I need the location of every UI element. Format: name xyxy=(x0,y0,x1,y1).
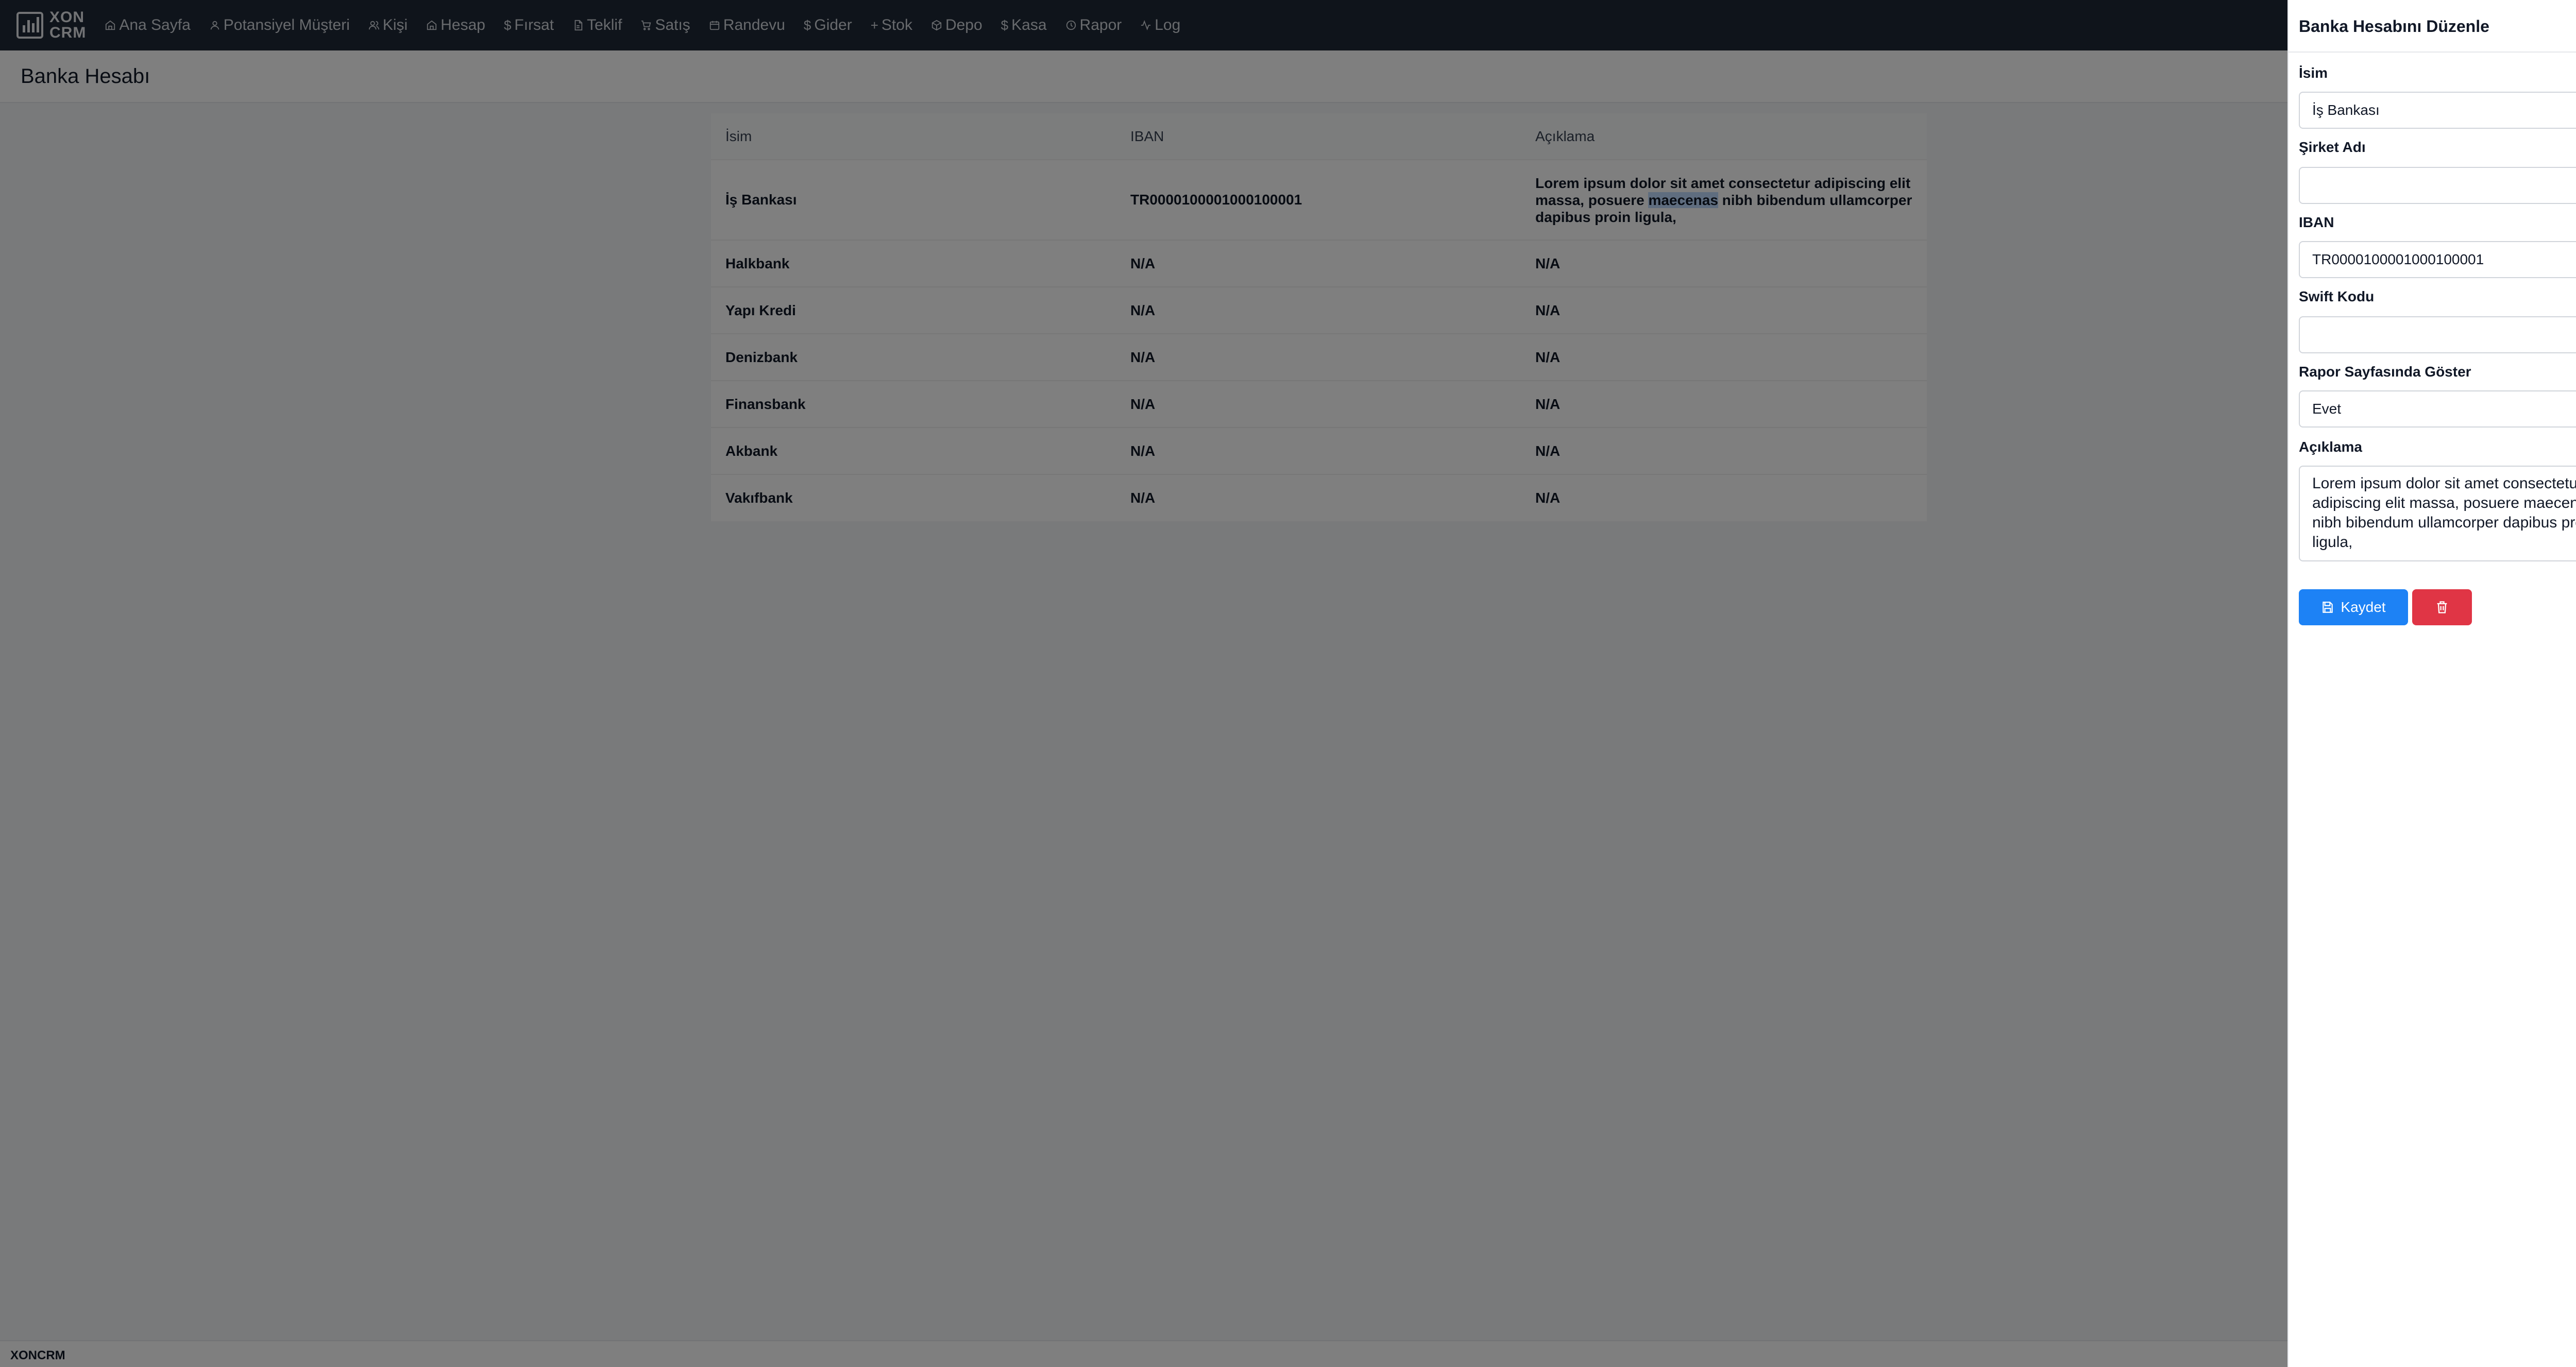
show-in-report-label: Rapor Sayfasında Göster xyxy=(2299,364,2471,380)
name-label: İsim xyxy=(2299,65,2328,81)
description-textarea[interactable]: Lorem ipsum dolor sit amet consectetur a… xyxy=(2299,466,2576,561)
name-input[interactable] xyxy=(2299,92,2576,129)
modal-backdrop[interactable] xyxy=(0,0,2287,1367)
iban-label: IBAN xyxy=(2299,214,2334,230)
drawer-title: Banka Hesabını Düzenle xyxy=(2299,17,2489,36)
description-label: Açıklama xyxy=(2299,439,2362,455)
swift-code-input[interactable] xyxy=(2299,316,2576,353)
swift-code-label: Swift Kodu xyxy=(2299,288,2375,304)
save-button[interactable]: Kaydet xyxy=(2299,589,2408,625)
save-button-label: Kaydet xyxy=(2341,599,2386,615)
show-in-report-select[interactable]: Evet xyxy=(2299,390,2576,428)
trash-icon xyxy=(2437,601,2447,613)
company-name-input[interactable] xyxy=(2299,167,2576,204)
company-name-label: Şirket Adı xyxy=(2299,139,2366,155)
delete-button[interactable] xyxy=(2412,589,2472,625)
save-icon xyxy=(2323,602,2333,613)
iban-input[interactable] xyxy=(2299,241,2576,278)
edit-bank-account-drawer: Banka Hesabını Düzenle İsim Şirket Adı I… xyxy=(2287,0,2576,1367)
select-value: Evet xyxy=(2312,401,2342,417)
drawer-header: Banka Hesabını Düzenle xyxy=(2289,0,2576,53)
